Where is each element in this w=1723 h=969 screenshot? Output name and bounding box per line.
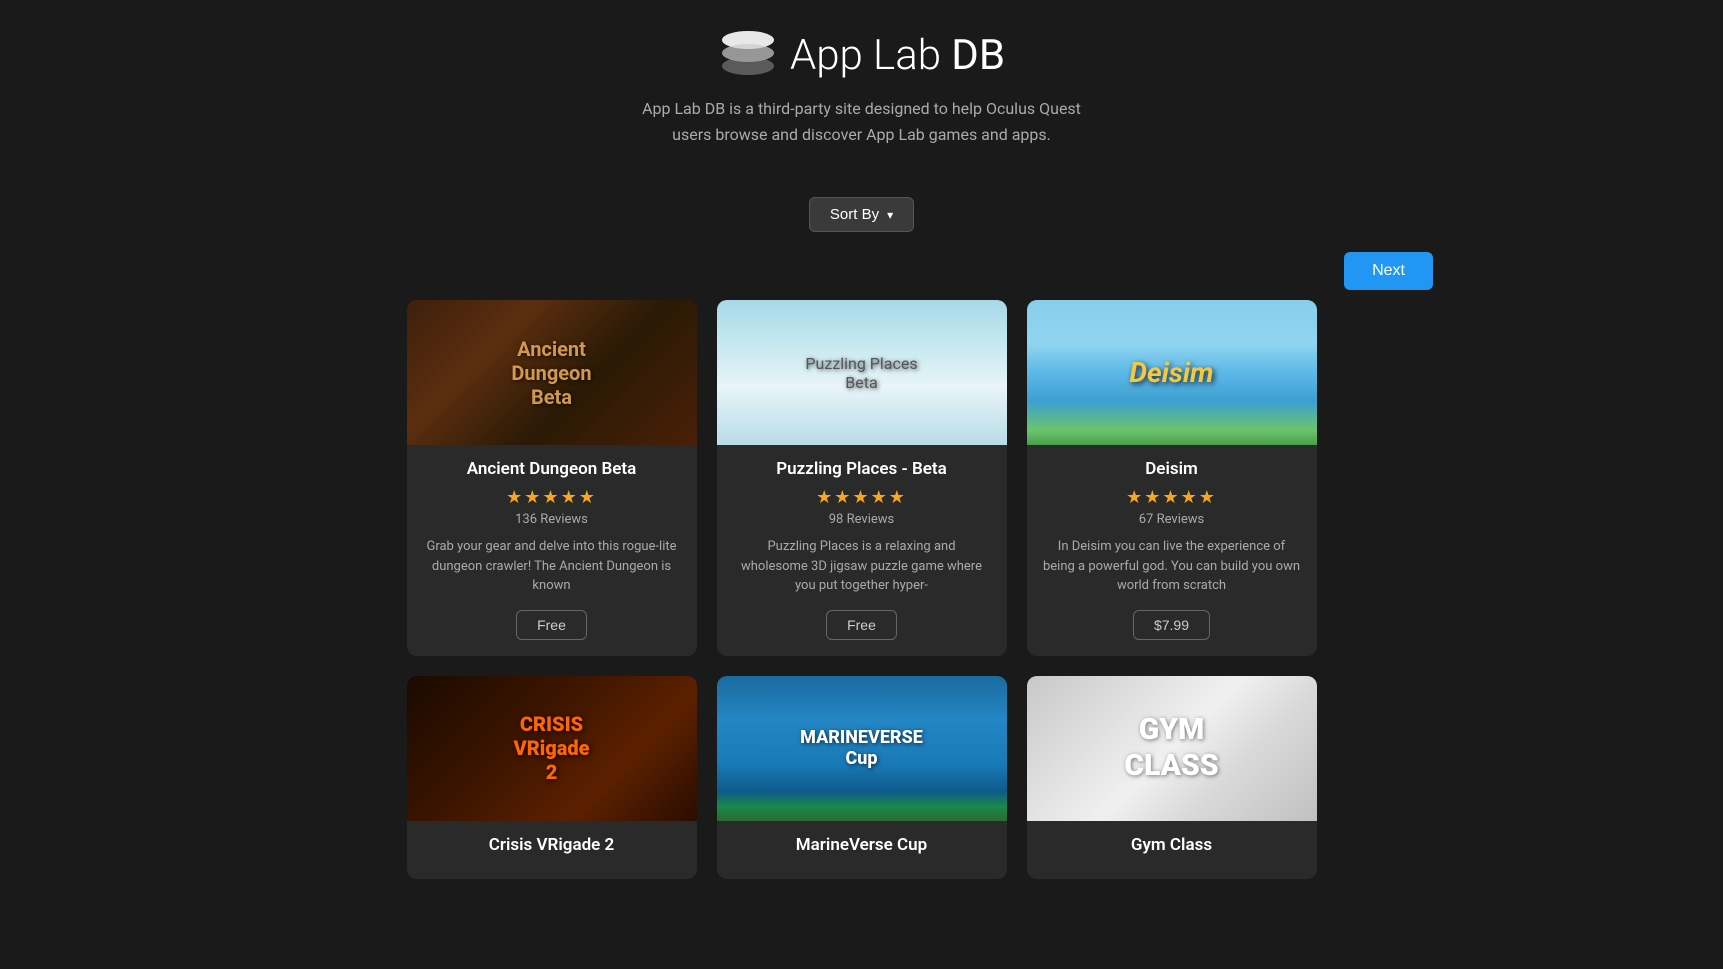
card-description-puzzling-places-beta: Puzzling Places is a relaxing and wholes… xyxy=(733,537,991,596)
card-crisis-vrigade-2[interactable]: CRISIS VRigade 2 Crisis VRigade 2 xyxy=(407,676,697,879)
card-image-overlay-gym-class: GYM CLASS xyxy=(1027,676,1317,821)
card-deisim[interactable]: Deisim Deisim ★★★★★ 67 Reviews In Deisim you… xyxy=(1027,300,1317,656)
card-image-puzzling-places-beta: Puzzling Places Beta xyxy=(717,300,1007,445)
card-price-button-ancient-dungeon-beta[interactable]: Free xyxy=(516,610,587,640)
sort-by-button[interactable]: Sort By ▾ xyxy=(809,197,914,232)
card-image-crisis-vrigade-2: CRISIS VRigade 2 xyxy=(407,676,697,821)
sort-chevron-icon: ▾ xyxy=(887,208,893,222)
card-image-label-gym-class: GYM CLASS xyxy=(1124,712,1218,784)
card-reviews-deisim: 67 Reviews xyxy=(1043,512,1301,527)
card-puzzling-places-beta[interactable]: Puzzling Places Beta Puzzling Places - Be… xyxy=(717,300,1007,656)
card-body-crisis-vrigade-2: Crisis VRigade 2 xyxy=(407,821,697,879)
card-image-marineverse-cup: MARINEVERSE Cup xyxy=(717,676,1007,821)
card-marineverse-cup[interactable]: MARINEVERSE Cup MarineVerse Cup xyxy=(717,676,1007,879)
card-stars-ancient-dungeon-beta: ★★★★★ xyxy=(423,487,681,508)
card-image-overlay-puzzling-places-beta: Puzzling Places Beta xyxy=(717,300,1007,445)
logo-text: App Lab DB xyxy=(790,31,1005,80)
card-image-deisim: Deisim xyxy=(1027,300,1317,445)
subtitle: App Lab DB is a third-party site designe… xyxy=(20,96,1703,147)
card-reviews-ancient-dungeon-beta: 136 Reviews xyxy=(423,512,681,527)
card-gym-class[interactable]: GYM CLASS Gym Class xyxy=(1027,676,1317,879)
app-lab-db-logo-icon xyxy=(718,30,778,80)
top-navigation: Next xyxy=(0,252,1723,300)
card-image-label-crisis-vrigade-2: CRISIS VRigade 2 xyxy=(513,712,589,784)
card-title-marineverse-cup: MarineVerse Cup xyxy=(733,835,991,855)
sort-bar: Sort By ▾ xyxy=(0,197,1723,232)
card-image-overlay-ancient-dungeon-beta: Ancient Dungeon Beta xyxy=(407,300,697,445)
card-image-overlay-marineverse-cup: MARINEVERSE Cup xyxy=(717,676,1007,821)
sort-by-label: Sort By xyxy=(830,206,879,223)
card-title-ancient-dungeon-beta: Ancient Dungeon Beta xyxy=(423,459,681,479)
cards-grid: Ancient Dungeon BetaAncient Dungeon Beta… xyxy=(0,300,1723,919)
card-body-marineverse-cup: MarineVerse Cup xyxy=(717,821,1007,879)
card-body-puzzling-places-beta: Puzzling Places - Beta ★★★★★ 98 Reviews Puz… xyxy=(717,445,1007,656)
card-image-overlay-crisis-vrigade-2: CRISIS VRigade 2 xyxy=(407,676,697,821)
card-image-label-puzzling-places-beta: Puzzling Places Beta xyxy=(805,354,917,392)
card-image-overlay-deisim: Deisim xyxy=(1027,300,1317,445)
card-image-ancient-dungeon-beta: Ancient Dungeon Beta xyxy=(407,300,697,445)
card-body-ancient-dungeon-beta: Ancient Dungeon Beta ★★★★★ 136 Reviews Grab… xyxy=(407,445,697,656)
card-image-label-marineverse-cup: MARINEVERSE Cup xyxy=(800,727,923,770)
card-reviews-puzzling-places-beta: 98 Reviews xyxy=(733,512,991,527)
card-image-label-deisim: Deisim xyxy=(1129,356,1213,390)
logo-container: App Lab DB xyxy=(20,30,1703,80)
card-price-button-puzzling-places-beta[interactable]: Free xyxy=(826,610,897,640)
card-description-ancient-dungeon-beta: Grab your gear and delve into this rogue… xyxy=(423,537,681,596)
card-price-button-deisim[interactable]: $7.99 xyxy=(1133,610,1210,640)
page-header: App Lab DB App Lab DB is a third-party s… xyxy=(0,0,1723,197)
card-title-puzzling-places-beta: Puzzling Places - Beta xyxy=(733,459,991,479)
card-stars-deisim: ★★★★★ xyxy=(1043,487,1301,508)
card-stars-puzzling-places-beta: ★★★★★ xyxy=(733,487,991,508)
card-title-crisis-vrigade-2: Crisis VRigade 2 xyxy=(423,835,681,855)
card-ancient-dungeon-beta[interactable]: Ancient Dungeon BetaAncient Dungeon Beta… xyxy=(407,300,697,656)
card-body-gym-class: Gym Class xyxy=(1027,821,1317,879)
card-body-deisim: Deisim ★★★★★ 67 Reviews In Deisim you can l… xyxy=(1027,445,1317,656)
card-title-deisim: Deisim xyxy=(1043,459,1301,479)
card-description-deisim: In Deisim you can live the experience of… xyxy=(1043,537,1301,596)
card-image-label-ancient-dungeon-beta: Ancient Dungeon Beta xyxy=(511,337,591,409)
card-title-gym-class: Gym Class xyxy=(1043,835,1301,855)
next-button[interactable]: Next xyxy=(1344,252,1433,290)
card-image-gym-class: GYM CLASS xyxy=(1027,676,1317,821)
